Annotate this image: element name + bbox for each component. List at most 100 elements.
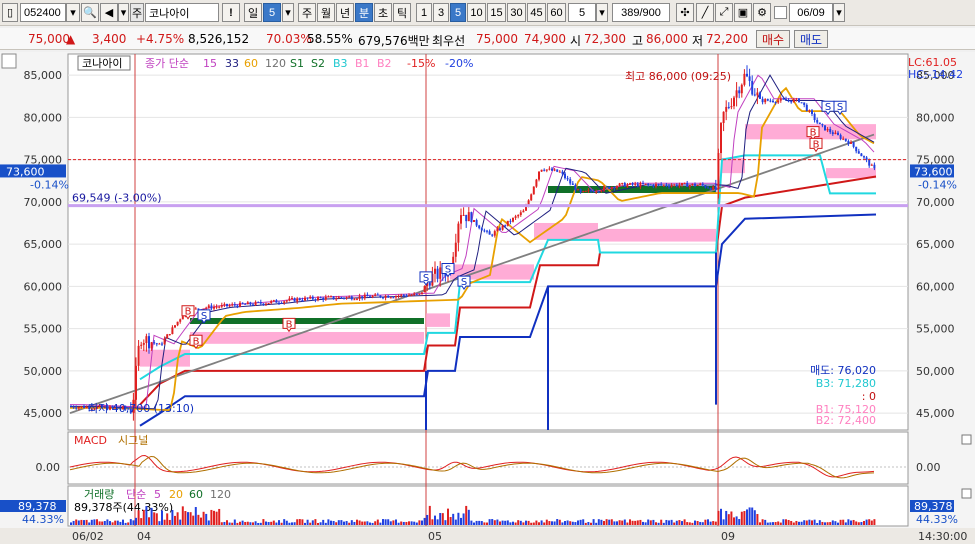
candle-body <box>483 230 486 232</box>
volume-bar <box>545 519 548 525</box>
interval-button-1[interactable]: 1 <box>416 3 432 22</box>
candle-body <box>626 184 629 187</box>
signal-zero: : 0 <box>862 390 876 403</box>
volume-bar <box>847 519 850 525</box>
volume-bar <box>621 520 624 525</box>
candle-body <box>327 296 330 298</box>
interval-button-10[interactable]: 10 <box>467 3 486 22</box>
candle-body <box>720 123 722 154</box>
candle-body <box>709 188 712 190</box>
high-price: 86,000 <box>646 32 688 46</box>
count-input[interactable]: 5 <box>568 3 596 22</box>
sell-button[interactable]: 매도 <box>794 30 828 48</box>
save-icon[interactable]: ▣ <box>734 3 752 22</box>
volume-bar <box>233 519 236 525</box>
stock-chart[interactable]: 85,000 85,00080,000 80,00075,000 75,00070,0… <box>0 52 975 544</box>
candle-body <box>826 128 829 131</box>
band-zone <box>598 228 716 242</box>
macd-close-icon[interactable] <box>961 434 972 445</box>
volume-bar <box>704 519 707 525</box>
buy-button[interactable]: 매수 <box>756 30 790 48</box>
speaker-icon[interactable]: ◀ <box>100 3 118 22</box>
interval-button-30[interactable]: 30 <box>507 3 526 22</box>
period-month-button[interactable]: 월 <box>317 3 335 22</box>
volume-bar <box>561 522 564 525</box>
candle-body <box>805 104 808 112</box>
volume-bar <box>675 520 678 525</box>
interval-button-60[interactable]: 60 <box>547 3 566 22</box>
period-dropdown-icon[interactable]: ▾ <box>282 3 294 22</box>
volume-bar <box>774 522 777 525</box>
code-dropdown-icon[interactable]: ▾ <box>66 3 80 22</box>
interval-button-3[interactable]: 3 <box>433 3 449 22</box>
volume-bar <box>813 519 816 525</box>
volume-bar <box>298 519 301 525</box>
candle-body <box>207 305 210 308</box>
date-checkbox[interactable] <box>774 6 787 19</box>
stock-code-input[interactable]: 052400 <box>20 3 66 22</box>
volume-bar <box>618 520 621 525</box>
candle-body <box>681 183 683 186</box>
date-dropdown-icon[interactable]: ▾ <box>833 3 845 22</box>
candle-body <box>361 296 364 299</box>
volume-bar <box>356 519 358 525</box>
volume-ratio: 70.03% <box>266 32 312 46</box>
candle-body <box>753 94 756 96</box>
chart-menu-icon[interactable] <box>1 53 17 69</box>
candle-body <box>738 90 741 94</box>
volume-bar <box>408 521 410 525</box>
search-icon[interactable]: 🔍 <box>81 3 99 22</box>
gear-icon[interactable]: ⚙ <box>753 3 771 22</box>
alert-button[interactable]: ! <box>222 3 240 22</box>
volume-bar <box>686 522 689 525</box>
volume-bar <box>727 514 730 525</box>
drawing-tool-icon[interactable]: ╱ <box>696 3 714 22</box>
candle-body <box>558 171 561 173</box>
current-price-left-value: 73,600 <box>6 165 45 178</box>
volume-bar <box>150 507 153 525</box>
period-minute-button[interactable]: 분 <box>355 3 373 22</box>
volume-bar <box>384 519 387 525</box>
stock-name-field[interactable]: 코나아이 <box>145 3 219 22</box>
volume-bar <box>369 522 371 525</box>
period-day-button[interactable]: 일 <box>244 3 262 22</box>
expand-icon[interactable]: ⤢ <box>715 3 733 22</box>
period-week-button[interactable]: 주 <box>298 3 316 22</box>
volume-bar <box>252 522 254 525</box>
period-second-button[interactable]: 초 <box>374 3 392 22</box>
volume-bar <box>792 522 795 525</box>
period-tick-button[interactable]: 틱 <box>393 3 411 22</box>
candle-body <box>618 183 621 187</box>
candle-body <box>696 185 699 187</box>
marker-glyph: S <box>837 102 843 113</box>
volume-bar <box>655 522 657 525</box>
candle-body <box>688 185 691 188</box>
volume-bar <box>605 519 608 525</box>
candle-body <box>249 302 252 305</box>
volume-close-icon[interactable] <box>961 488 972 499</box>
speaker-dropdown-icon[interactable]: ▾ <box>118 3 129 22</box>
period-year-button[interactable]: 년 <box>336 3 354 22</box>
candle-body <box>733 97 735 107</box>
interval-button-15[interactable]: 15 <box>487 3 506 22</box>
candle-body <box>439 267 442 279</box>
candle-body <box>829 128 832 133</box>
legend-s2: S2 <box>311 57 325 70</box>
volume-bar <box>379 522 382 525</box>
interval-button-5[interactable]: 5 <box>450 3 466 22</box>
volume-bar <box>525 520 527 525</box>
candle-body <box>574 184 577 191</box>
candle-body <box>514 216 517 218</box>
date-input[interactable]: 06/09 <box>789 3 833 22</box>
volume-bar <box>350 520 353 525</box>
interval-button-45[interactable]: 45 <box>527 3 546 22</box>
crosshair-icon[interactable]: ✣ <box>676 3 694 22</box>
volume-bar <box>327 519 330 525</box>
count-dropdown-icon[interactable]: ▾ <box>596 3 608 22</box>
period-value[interactable]: 5 <box>263 3 281 22</box>
volume-bar <box>795 520 798 525</box>
macd-panel <box>67 431 909 485</box>
volume-bar <box>444 520 447 525</box>
layout-icon[interactable]: ▯ <box>2 3 18 22</box>
candle-body <box>657 184 660 186</box>
